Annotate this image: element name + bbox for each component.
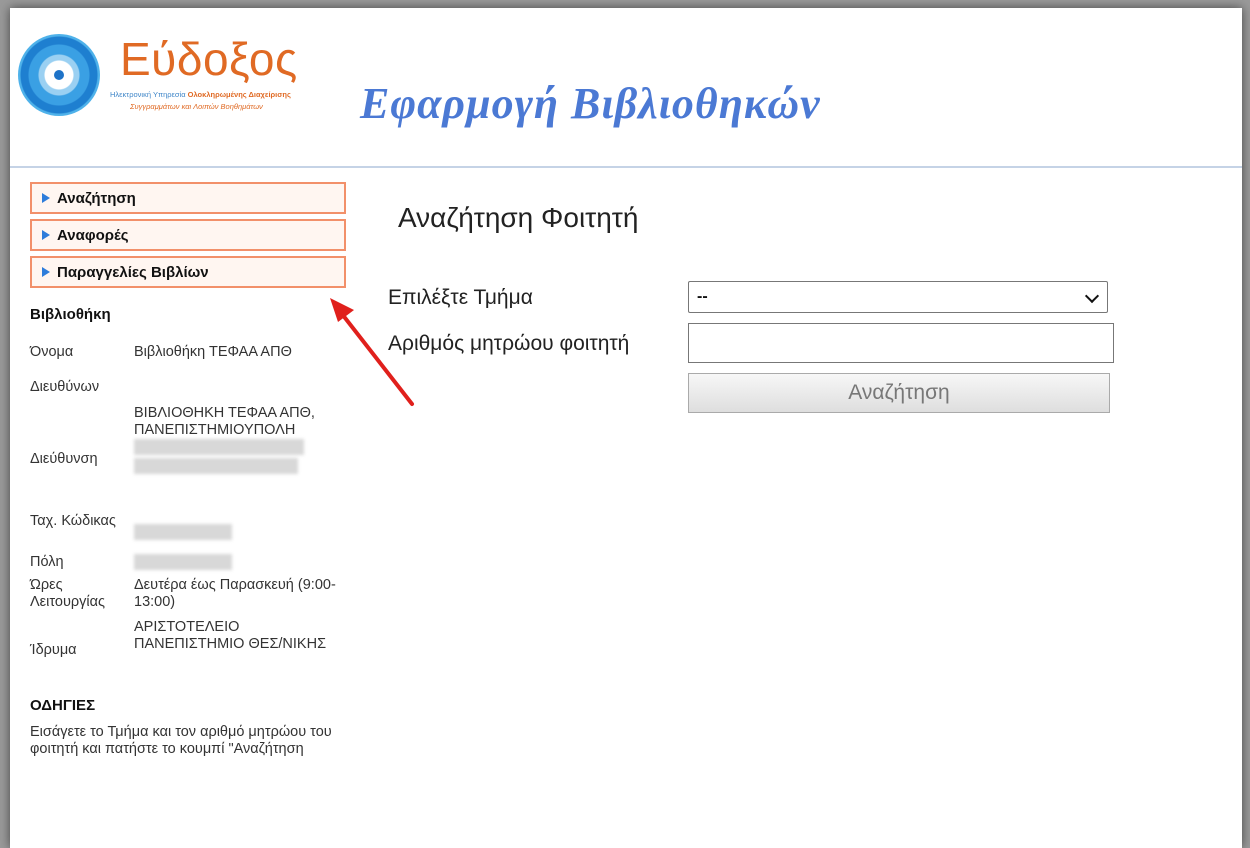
triangle-right-icon [42,193,50,203]
logo-dot-icon [54,70,64,80]
arrow-shaft [340,312,414,406]
library-row-director: Διευθύνων [30,369,346,405]
department-selected-value: -- [697,288,708,305]
menu-item-label: Αναζήτηση [57,189,136,207]
student-id-input[interactable] [688,323,1114,363]
logo-name: Εύδοξος [120,33,298,85]
app-window: Εύδοξος Ηλεκτρονική Υπηρεσία Ολοκληρωμέν… [10,8,1242,848]
library-value [134,551,346,573]
library-value [134,513,346,551]
redacted-text [134,524,232,540]
library-value: Δευτέρα έως Παρασκευή (9:00-13:00) [134,577,336,610]
triangle-right-icon [42,267,50,277]
instructions-text: Εισάγετε το Τμήμα και τον αριθμό μητρώου… [30,724,332,757]
library-value: Βιβλιοθήκη ΤΕΦΑΑ ΑΠΘ [134,343,292,360]
sidebar: Αναζήτηση Αναφορές Παραγγελίες Βιβλίων Β… [30,182,346,758]
logo-subtitle-line2: Συγγραμμάτων και Λοιπών Βοηθημάτων [130,102,263,111]
redacted-text [134,458,298,475]
department-label: Επιλέξτε Τμήμα [388,286,533,309]
address-text: ΒΙΒΛΙΟΘΗΚΗ ΤΕΦΑΑ ΑΠΘ, ΠΑΝΕΠΙΣΤΗΜΙΟΥΠΟΛΗ [134,405,315,438]
library-key: Ώρες Λειτουργίας [30,577,105,610]
library-key: Όνομα [30,343,74,360]
page-title: Αναζήτηση Φοιτητή [398,202,639,233]
library-key: Ίδρυμα [30,641,77,658]
library-value: ΒΙΒΛΙΟΘΗΚΗ ΤΕΦΑΑ ΑΠΘ, ΠΑΝΕΠΙΣΤΗΜΙΟΥΠΟΛΗ [134,405,346,513]
library-value [134,369,346,405]
menu-item-label: Αναφορές [57,226,129,244]
triangle-right-icon [42,230,50,240]
eudoxus-logo[interactable]: Εύδοξος Ηλεκτρονική Υπηρεσία Ολοκληρωμέν… [18,30,318,120]
library-key: Ταχ. Κώδικας [30,513,116,529]
library-row-city: Πόλη [30,551,346,573]
library-row-address: Διεύθυνση ΒΙΒΛΙΟΘΗΚΗ ΤΕΦΑΑ ΑΠΘ, ΠΑΝΕΠΙΣΤ… [30,405,346,513]
menu-item-reports[interactable]: Αναφορές [30,219,346,251]
library-row-postal: Ταχ. Κώδικας [30,513,346,551]
department-select[interactable]: -- [688,281,1108,313]
app-title: Εφαρμογή Βιβλιοθηκών [360,79,821,128]
student-id-label: Αριθμός μητρώου φοιτητή [388,332,630,355]
library-row-institution: Ίδρυμα ΑΡΙΣΤΟΤΕΛΕΙΟ ΠΑΝΕΠΙΣΤΗΜΙΟ ΘΕΣ/ΝΙΚ… [30,619,346,681]
library-row-hours: Ώρες Λειτουργίας Δευτέρα έως Παρασκευή (… [30,573,346,619]
library-key: Πόλη [30,553,64,570]
menu-item-label: Παραγγελίες Βιβλίων [57,263,209,281]
library-value: ΑΡΙΣΤΟΤΕΛΕΙΟ ΠΑΝΕΠΙΣΤΗΜΙΟ ΘΕΣ/ΝΙΚΗΣ [134,619,327,652]
menu-item-book-orders[interactable]: Παραγγελίες Βιβλίων [30,256,346,288]
redacted-text [134,554,232,570]
page-header: Εύδοξος Ηλεκτρονική Υπηρεσία Ολοκληρωμέν… [10,8,1242,168]
menu-item-search[interactable]: Αναζήτηση [30,182,346,214]
library-key: Διευθύνων [30,378,100,395]
logo-subtitle-line1: Ηλεκτρονική Υπηρεσία Ολοκληρωμένης Διαχε… [110,90,291,99]
library-section-title: Βιβλιοθήκη [30,306,111,323]
library-row-name: Όνομα Βιβλιοθήκη ΤΕΦΑΑ ΑΠΘ [30,335,346,369]
chevron-down-icon [1084,288,1100,304]
redacted-text [134,439,304,456]
instructions-title: ΟΔΗΓΙΕΣ [30,697,96,714]
library-key: Διεύθυνση [30,450,98,467]
search-button[interactable]: Αναζήτηση [688,373,1110,413]
